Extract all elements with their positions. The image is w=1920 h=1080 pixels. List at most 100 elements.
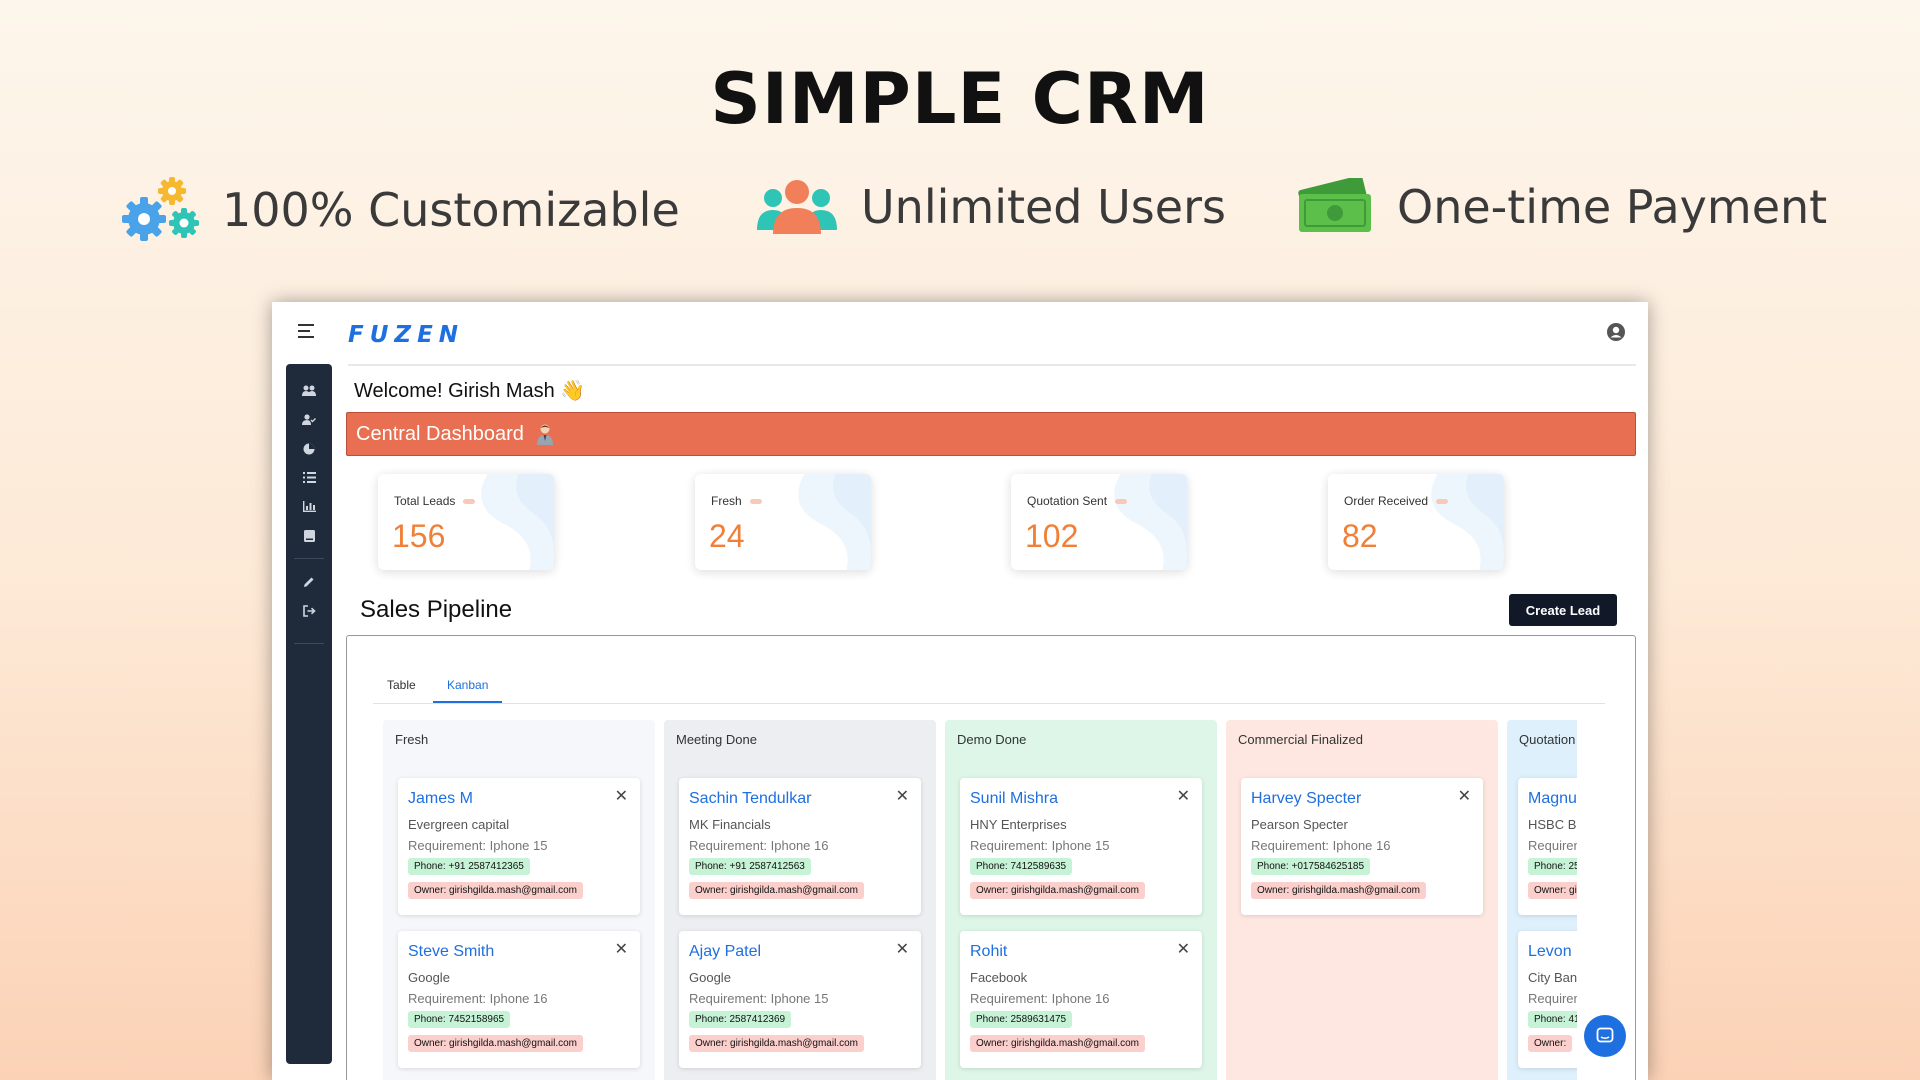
list-icon[interactable] — [286, 463, 332, 492]
lead-card[interactable]: James M ✕ Evergreen capital Requirement:… — [398, 778, 640, 915]
kanban-column-quotation: Quotation Magnu HSBC Ba Requiren Phone: … — [1507, 720, 1577, 1080]
lead-name[interactable]: Harvey Specter — [1251, 790, 1361, 808]
phone-badge: Phone: +017584625185 — [1251, 858, 1371, 875]
sales-pipeline-title: Sales Pipeline — [360, 596, 513, 623]
sidebar-divider — [294, 558, 324, 559]
phone-badge: Phone: 25 — [1528, 858, 1577, 875]
pipeline-board: Table Kanban Fresh James M ✕ Evergreen c… — [346, 635, 1636, 1080]
stat-value: 156 — [392, 518, 446, 554]
stat-card-quotation-sent[interactable]: Quotation Sent 102 — [1011, 474, 1187, 570]
owner-badge: Owner: girishgilda.mash@gmail.com — [970, 882, 1145, 899]
close-icon[interactable]: ✕ — [615, 786, 628, 806]
stat-card-fresh[interactable]: Fresh 24 — [695, 474, 871, 570]
column-title: Commercial Finalized — [1238, 732, 1363, 747]
lead-company: MK Financials — [689, 817, 771, 832]
businessman-icon — [536, 424, 553, 445]
card-decoration — [798, 474, 871, 570]
feature-label: One-time Payment — [1397, 180, 1828, 234]
lead-requirement: Requirement: Iphone 15 — [689, 991, 829, 1006]
lead-name[interactable]: Ajay Patel — [689, 943, 761, 961]
edit-icon[interactable] — [286, 567, 332, 596]
owner-badge: Owner: gi — [1528, 882, 1577, 899]
gears-icon — [122, 177, 199, 241]
stat-label: Total Leads — [394, 494, 476, 508]
lead-name[interactable]: James M — [408, 790, 473, 808]
phone-badge: Phone: +91 2587412563 — [689, 858, 811, 875]
users-icon — [757, 180, 837, 234]
lead-card[interactable]: Sunil Mishra ✕ HNY Enterprises Requireme… — [960, 778, 1202, 915]
stat-value: 24 — [709, 518, 745, 554]
close-icon[interactable]: ✕ — [1177, 939, 1190, 959]
users-icon[interactable] — [286, 376, 332, 405]
pie-icon[interactable] — [286, 434, 332, 463]
kanban-column-commercial-finalized: Commercial Finalized Harvey Specter ✕ Pe… — [1226, 720, 1498, 1080]
lead-name[interactable]: Sachin Tendulkar — [689, 790, 811, 808]
lead-requirement: Requirement: Iphone 16 — [1251, 838, 1391, 853]
divider — [348, 364, 1636, 366]
lead-company: Google — [689, 970, 731, 985]
lead-card[interactable]: Steve Smith ✕ Google Requirement: Iphone… — [398, 931, 640, 1068]
lead-requirement: Requirement: Iphone 16 — [408, 991, 548, 1006]
lead-name[interactable]: Magnu — [1528, 790, 1577, 808]
stat-label: Fresh — [711, 494, 762, 508]
tab-table[interactable]: Table — [373, 674, 430, 701]
card-decoration — [1114, 474, 1187, 570]
lead-company: Google — [408, 970, 450, 985]
lead-card[interactable]: Magnu HSBC Ba Requiren Phone: 25 Owner: … — [1518, 778, 1577, 915]
logout-icon[interactable] — [286, 596, 332, 625]
stat-card-total-leads[interactable]: Total Leads 156 — [378, 474, 554, 570]
sidebar-divider — [294, 643, 324, 644]
sidebar — [286, 364, 332, 1064]
close-icon[interactable]: ✕ — [896, 786, 909, 806]
feature-label: 100% Customizable — [222, 183, 680, 237]
feature-customizable: 100% Customizable — [122, 175, 680, 245]
menu-icon[interactable] — [298, 324, 314, 338]
app-logo[interactable]: FUZEN — [348, 322, 464, 348]
owner-badge: Owner: girishgilda.mash@gmail.com — [408, 1035, 583, 1052]
user-check-icon[interactable] — [286, 405, 332, 434]
dashboard-banner: Central Dashboard — [346, 412, 1636, 456]
lead-card[interactable]: Harvey Specter ✕ Pearson Specter Require… — [1241, 778, 1483, 915]
close-icon[interactable]: ✕ — [1458, 786, 1471, 806]
phone-badge: Phone: 7412589635 — [970, 858, 1073, 875]
lead-name[interactable]: Steve Smith — [408, 943, 494, 961]
phone-badge: Phone: 7452158965 — [408, 1011, 511, 1028]
kanban-column-demo-done: Demo Done Sunil Mishra ✕ HNY Enterprises… — [945, 720, 1217, 1080]
card-decoration — [1431, 474, 1504, 570]
stat-card-order-received[interactable]: Order Received 82 — [1328, 474, 1504, 570]
hero-title: SIMPLE CRM — [710, 58, 1210, 140]
phone-badge: Phone: 41 — [1528, 1011, 1577, 1028]
lead-requirement: Requiren — [1528, 838, 1577, 853]
close-icon[interactable]: ✕ — [896, 939, 909, 959]
lead-name[interactable]: Rohit — [970, 943, 1007, 961]
top-bar: FUZEN — [272, 302, 1648, 364]
book-icon[interactable] — [286, 521, 332, 550]
chart-icon[interactable] — [286, 492, 332, 521]
kanban-column-fresh: Fresh James M ✕ Evergreen capital Requir… — [383, 720, 655, 1080]
lead-company: Evergreen capital — [408, 817, 510, 832]
lead-company: Facebook — [970, 970, 1028, 985]
lead-card[interactable]: Rohit ✕ Facebook Requirement: Iphone 16 … — [960, 931, 1202, 1068]
stat-label: Order Received — [1344, 494, 1449, 508]
lead-name[interactable]: Levon — [1528, 943, 1572, 961]
close-icon[interactable]: ✕ — [1177, 786, 1190, 806]
user-account-icon[interactable] — [1606, 322, 1626, 342]
tab-kanban[interactable]: Kanban — [433, 674, 503, 703]
close-icon[interactable]: ✕ — [615, 939, 628, 959]
lead-requirement: Requirement: Iphone 16 — [970, 991, 1110, 1006]
create-lead-button[interactable]: Create Lead — [1509, 594, 1617, 626]
lead-company: City Banl — [1528, 970, 1577, 985]
stat-label: Quotation Sent — [1027, 494, 1128, 508]
phone-badge: Phone: +91 2587412365 — [408, 858, 530, 875]
banner-title: Central Dashboard — [356, 422, 524, 445]
stat-value: 82 — [1342, 518, 1378, 554]
lead-requirement: Requirement: Iphone 15 — [408, 838, 548, 853]
feature-unlimited-users: Unlimited Users — [755, 178, 1226, 236]
money-icon — [1298, 178, 1371, 232]
column-title: Meeting Done — [676, 732, 757, 747]
lead-card[interactable]: Ajay Patel ✕ Google Requirement: Iphone … — [679, 931, 921, 1068]
chat-button[interactable] — [1584, 1015, 1626, 1057]
lead-card[interactable]: Sachin Tendulkar ✕ MK Financials Require… — [679, 778, 921, 915]
lead-card[interactable]: Levon City Banl Requiren Phone: 41 Owner… — [1518, 931, 1577, 1068]
lead-name[interactable]: Sunil Mishra — [970, 790, 1058, 808]
